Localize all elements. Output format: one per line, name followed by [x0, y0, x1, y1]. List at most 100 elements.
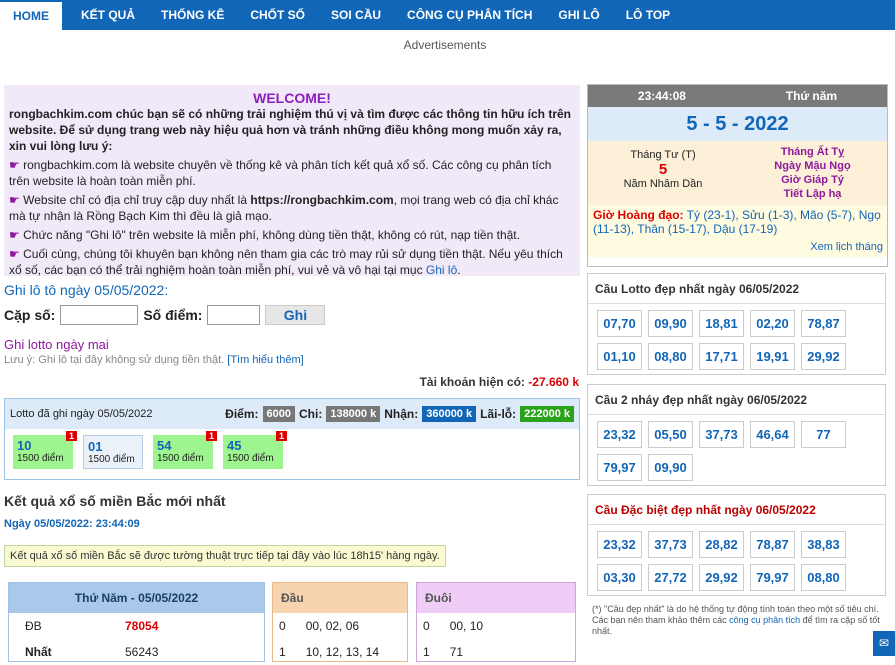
dau-values: 00, 02, 06: [305, 619, 360, 633]
welcome-intro: rongbachkim.com chúc bạn sẽ có những trả…: [9, 107, 572, 153]
diem-label: Điểm:: [225, 407, 259, 421]
cau-dac-biet-title: Cầu Đặc biệt đẹp nhất ngày 06/05/2022: [588, 495, 885, 525]
weekday: Thứ năm: [785, 89, 838, 103]
kq-date: Ngày 05/05/2022: 23:44:09: [4, 518, 140, 530]
gio-hoang-dao-label: Giờ Hoàng đạo:: [593, 208, 684, 222]
nav-cong-cu[interactable]: CÔNG CỤ PHÂN TÍCH: [394, 0, 545, 30]
welcome-bullet-text: rongbachkim.com là website chuyên về thố…: [9, 158, 552, 188]
lotto-head: Lotto đã ghi ngày 05/05/2022 Điểm: 6000 C…: [5, 399, 579, 429]
cau-pair[interactable]: 28,82: [699, 531, 744, 558]
luu-y-note: Lưu ý: Ghi lô tại đây không sử dụng tiền…: [4, 354, 304, 366]
cau-pair[interactable]: 08,80: [801, 564, 846, 591]
dau-table: Đầu 0 00, 02, 06 1 10, 12, 13, 14: [272, 582, 408, 662]
lai-lo-value: 222000 k: [520, 406, 574, 422]
cau-pair[interactable]: 01,10: [597, 343, 642, 370]
main-nav: HOME KẾT QUẢ THỐNG KÊ CHỐT SỐ SOI CẦU CÔ…: [0, 0, 895, 30]
lotto-points: 1500 điểm: [227, 453, 274, 464]
tim-hieu-them-link[interactable]: [Tìm hiểu thêm]: [227, 354, 303, 366]
welcome-box: WELCOME! rongbachkim.com chúc bạn sẽ có …: [4, 85, 580, 277]
cau-pair[interactable]: 09,90: [648, 454, 693, 481]
cau-pair[interactable]: 08,80: [648, 343, 693, 370]
duoi-values: 71: [449, 645, 464, 659]
welcome-bullet-4: ☛ Cuối cùng, chúng tôi khuyên bạn không …: [9, 247, 563, 277]
ghi-lo-form: Cặp số: Số điểm: Ghi: [4, 305, 326, 325]
calendar-head: 23:44:08 Thứ năm: [588, 85, 887, 107]
welcome-bullet-1: ☛ rongbachkim.com là website chuyên về t…: [9, 157, 575, 189]
cau-pair[interactable]: 02,20: [750, 310, 795, 337]
welcome-bullet-text: Chức năng "Ghi lô" trên website là miễn …: [23, 228, 520, 242]
table-row: Nhất 56243: [9, 639, 264, 665]
cau-2-nhay-box: Cầu 2 nháy đẹp nhất ngày 06/05/2022 23,3…: [587, 384, 886, 486]
ghi-lo-link[interactable]: Ghi lô: [426, 263, 457, 277]
xem-lich-thang-link[interactable]: Xem lịch tháng: [588, 239, 887, 257]
welcome-bullet-2: ☛ Website chỉ có địa chỉ truy cập duy nh…: [9, 192, 575, 224]
luu-y-text: Lưu ý: Ghi lô tại đây không sử dụng tiền…: [4, 354, 225, 366]
cau-pair[interactable]: 38,83: [801, 531, 846, 558]
tiet-khi: Tiết Lập hạ: [783, 188, 842, 200]
cau-pair[interactable]: 29,92: [699, 564, 744, 591]
cau-pair[interactable]: 27,72: [648, 564, 693, 591]
nhan-value: 360000 k: [422, 406, 477, 422]
cau-pair[interactable]: 05,50: [648, 421, 693, 448]
cau-pair[interactable]: 37,73: [648, 531, 693, 558]
cau-pair[interactable]: 19,91: [750, 343, 795, 370]
lotto-points: 1500 điểm: [17, 453, 64, 464]
lotto-item[interactable]: 54 1500 điểm 1: [153, 431, 217, 469]
nav-home[interactable]: HOME: [0, 2, 62, 30]
nav-ket-qua[interactable]: KẾT QUẢ: [68, 0, 148, 30]
chat-icon[interactable]: ✉: [873, 631, 895, 656]
cau-pair[interactable]: 07,70: [597, 310, 642, 337]
balance-label: Tài khoản hiện có:: [419, 375, 525, 389]
cau-pair[interactable]: 29,92: [801, 343, 846, 370]
cau-pair[interactable]: 17,71: [699, 343, 744, 370]
so-diem-label: Số điểm:: [143, 307, 203, 323]
cau-pair[interactable]: 46,64: [750, 421, 795, 448]
cau-pair[interactable]: 23,32: [597, 421, 642, 448]
cau-pair[interactable]: 78,87: [801, 310, 846, 337]
cau-pair[interactable]: 18,81: [699, 310, 744, 337]
cau-pair[interactable]: 03,30: [597, 564, 642, 591]
chi-label: Chi:: [299, 407, 323, 421]
calendar-date: 5 - 5 - 2022: [588, 107, 887, 141]
hand-point-icon: ☛: [9, 158, 20, 172]
welcome-title: WELCOME!: [253, 90, 331, 106]
lunar-month: Tháng Tư (T): [630, 149, 696, 161]
hit-badge: 1: [65, 431, 77, 441]
nav-chot-so[interactable]: CHỐT SỐ: [237, 0, 318, 30]
cau-2-nhay-grid: 23,32 05,50 37,73 46,64 77 79,97 09,90: [588, 415, 885, 485]
gio-hoang-dao: Giờ Hoàng đạo: Tý (23-1), Sửu (1-3), Mão…: [588, 205, 887, 239]
lotto-item[interactable]: 45 1500 điểm 1: [223, 431, 287, 469]
welcome-bullet-3: ☛ Chức năng "Ghi lô" trên website là miễ…: [9, 227, 575, 243]
ghi-lotto-mai-link[interactable]: Ghi lotto ngày mai: [4, 337, 109, 352]
duoi-key: 0: [423, 619, 430, 633]
cau-footnote: (*) "Cầu đẹp nhất" là do hệ thống tự độn…: [592, 604, 884, 637]
can-chi-month: Tháng Ất Tỵ: [780, 146, 845, 158]
cau-pair[interactable]: 09,90: [648, 310, 693, 337]
cau-pair[interactable]: 23,32: [597, 531, 642, 558]
cau-pair[interactable]: 78,87: [750, 531, 795, 558]
so-diem-input[interactable]: [207, 305, 261, 325]
cau-pair[interactable]: 77: [801, 421, 846, 448]
lotto-item[interactable]: 10 1500 điểm 1: [13, 431, 77, 469]
cau-pair[interactable]: 79,97: [750, 564, 795, 591]
nav-lo-top[interactable]: LÔ TOP: [613, 0, 683, 30]
hand-point-icon: ☛: [9, 228, 20, 242]
cong-cu-link[interactable]: công cụ phân tích: [729, 615, 800, 625]
welcome-bullet-text: Website chỉ có địa chỉ truy cập duy nhất…: [23, 193, 248, 207]
dau-key: 0: [279, 619, 286, 633]
clock-time: 23:44:08: [637, 89, 686, 103]
cau-dac-biet-grid: 23,32 37,73 28,82 78,87 38,83 03,30 27,72 29,92…: [588, 525, 885, 595]
ghi-button[interactable]: Ghi: [265, 305, 326, 325]
table-row: 1 10, 12, 13, 14: [273, 639, 407, 665]
lotto-item[interactable]: 01 1500 điểm: [83, 435, 143, 469]
lunar-info: Tháng Tư (T) 5 Năm Nhâm Dần Tháng Ất Tỵ Ngà…: [588, 141, 887, 205]
nav-ghi-lo[interactable]: GHI LÔ: [545, 0, 612, 30]
cau-pair[interactable]: 37,73: [699, 421, 744, 448]
lotto-box: Lotto đã ghi ngày 05/05/2022 Điểm: 6000 C…: [4, 398, 580, 480]
duoi-head: Đuôi: [417, 583, 575, 613]
nav-soi-cau[interactable]: SOI CẦU: [318, 0, 394, 30]
cau-pair[interactable]: 79,97: [597, 454, 642, 481]
cap-so-input[interactable]: [60, 305, 139, 325]
nav-thong-ke[interactable]: THỐNG KÊ: [148, 0, 237, 30]
hand-point-icon: ☛: [9, 193, 20, 207]
